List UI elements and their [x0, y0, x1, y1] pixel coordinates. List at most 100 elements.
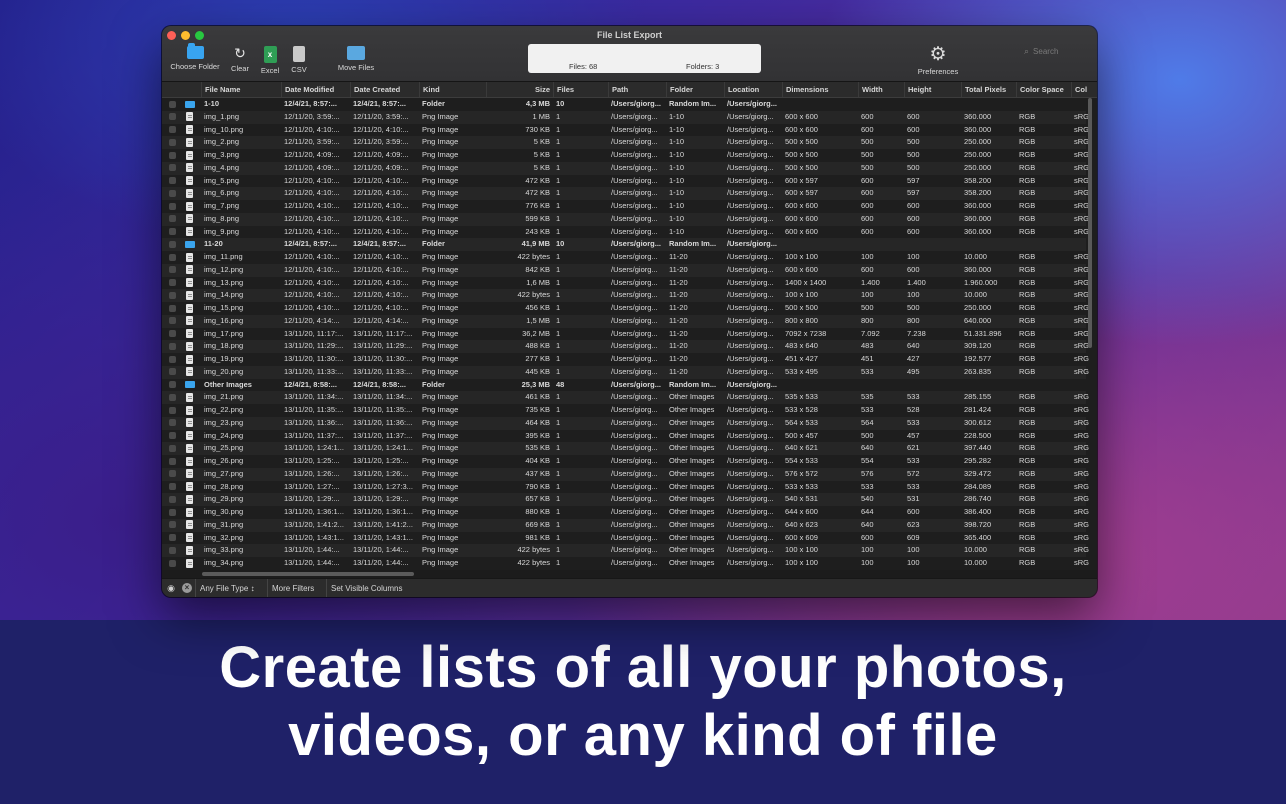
table-row[interactable]: img_23.png 13/11/20, 11:36:... 13/11/20, 1…	[162, 416, 1089, 430]
table-row[interactable]: img_32.png 13/11/20, 1:43:1... 13/11/20, 1…	[162, 532, 1089, 545]
table-row[interactable]: img_9.png 12/11/20, 4:10:... 12/11/20, 4:1…	[162, 226, 1089, 239]
eye-icon[interactable]: ◉	[166, 583, 176, 593]
table-row[interactable]: img_30.png 13/11/20, 1:36:1... 13/11/20, 1…	[162, 506, 1089, 519]
column-header-dimensions[interactable]: Dimensions	[782, 82, 858, 97]
row-checkbox[interactable]	[169, 419, 176, 427]
table-row[interactable]: img_25.png 13/11/20, 1:24:1... 13/11/20, 1…	[162, 442, 1089, 455]
choose-folder-button[interactable]: Choose Folder	[170, 43, 220, 71]
table-row[interactable]: img_29.png 13/11/20, 1:29:... 13/11/20, 1:…	[162, 493, 1089, 506]
row-checkbox[interactable]	[169, 228, 176, 235]
row-checkbox[interactable]	[169, 444, 176, 452]
table-row[interactable]: img_16.png 12/11/20, 4:14:... 12/11/20, 4:…	[162, 314, 1089, 328]
table-row[interactable]: img_24.png 13/11/20, 11:37:... 13/11/20, 1…	[162, 430, 1089, 443]
clear-button[interactable]: ↻ Clear	[228, 46, 252, 74]
row-checkbox[interactable]	[169, 470, 176, 478]
excel-export-button[interactable]: x Excel	[258, 46, 282, 75]
row-checkbox[interactable]	[169, 240, 176, 248]
table-row[interactable]: img_4.png 12/11/20, 4:09:... 12/11/20, 4:0…	[162, 161, 1089, 175]
column-header-color-space[interactable]: Color Space	[1016, 82, 1071, 97]
column-header-select[interactable]	[162, 82, 201, 97]
row-checkbox[interactable]	[169, 546, 176, 554]
row-checkbox[interactable]	[169, 495, 176, 503]
row-checkbox[interactable]	[169, 164, 176, 172]
row-checkbox[interactable]	[169, 406, 176, 414]
row-checkbox[interactable]	[169, 279, 176, 286]
table-row[interactable]: img_5.png 12/11/20, 4:10:... 12/11/20, 4:1…	[162, 175, 1089, 188]
row-checkbox[interactable]	[169, 483, 176, 490]
column-header-path[interactable]: Path	[608, 82, 666, 97]
row-checkbox[interactable]	[169, 266, 176, 274]
table-row[interactable]: img_1.png 12/11/20, 3:59:... 12/11/20, 3:5…	[162, 110, 1089, 124]
row-checkbox[interactable]	[169, 113, 176, 121]
row-checkbox[interactable]	[169, 304, 176, 312]
column-header-color-profile[interactable]: Col	[1071, 82, 1089, 97]
column-header-total-pixels[interactable]: Total Pixels	[961, 82, 1016, 97]
column-header-folder[interactable]: Folder	[666, 82, 724, 97]
column-header-kind[interactable]: Kind	[419, 82, 486, 97]
table-row[interactable]: img_15.png 12/11/20, 4:10:... 12/11/20, 4:…	[162, 302, 1089, 315]
preferences-button[interactable]: ⚙ Preferences	[915, 45, 961, 76]
row-checkbox[interactable]	[169, 355, 176, 363]
folder-row[interactable]: 11-20 12/4/21, 8:57:... 12/4/21, 8:57:... F…	[162, 238, 1086, 251]
set-visible-columns-button[interactable]: Set Visible Columns	[326, 579, 406, 597]
row-checkbox[interactable]	[169, 317, 176, 325]
row-checkbox[interactable]	[169, 534, 176, 541]
clear-filter-icon[interactable]: ×	[182, 583, 192, 593]
table-row[interactable]: img_28.png 13/11/20, 1:27:... 13/11/20, 1:…	[162, 481, 1089, 494]
row-checkbox[interactable]	[169, 291, 176, 299]
column-header-date-modified[interactable]: Date Modified	[281, 82, 350, 97]
row-checkbox[interactable]	[169, 381, 176, 388]
row-checkbox[interactable]	[169, 138, 176, 146]
folder-row[interactable]: Other Images 12/4/21, 8:58:... 12/4/21, 8:…	[162, 379, 1086, 392]
row-checkbox[interactable]	[169, 330, 176, 337]
row-checkbox[interactable]	[169, 559, 176, 567]
row-checkbox[interactable]	[169, 342, 176, 350]
row-checkbox[interactable]	[169, 368, 176, 376]
table-row[interactable]: img_13.png 12/11/20, 4:10:... 12/11/20, 4:…	[162, 277, 1089, 290]
column-header-location[interactable]: Location	[724, 82, 782, 97]
table-row[interactable]: img_20.png 13/11/20, 11:33:... 13/11/20, 1…	[162, 365, 1089, 379]
table-row[interactable]: img_6.png 12/11/20, 4:10:... 12/11/20, 4:1…	[162, 187, 1089, 200]
table-row[interactable]: img_31.png 13/11/20, 1:41:2... 13/11/20, 1…	[162, 518, 1089, 532]
row-checkbox[interactable]	[169, 126, 176, 133]
search-field[interactable]: ⌕ Search	[1024, 44, 1084, 58]
table-row[interactable]: img_21.png 13/11/20, 11:34:... 13/11/20, 1…	[162, 391, 1089, 404]
folder-row[interactable]: 1-10 12/4/21, 8:57:... 12/4/21, 8:57:... Fo…	[162, 98, 1086, 111]
column-header-file-name[interactable]: File Name	[201, 82, 281, 97]
row-checkbox[interactable]	[169, 393, 176, 401]
table-row[interactable]: img_17.png 13/11/20, 11:17:... 13/11/20, 1…	[162, 328, 1089, 341]
row-checkbox[interactable]	[169, 508, 176, 516]
row-checkbox[interactable]	[169, 215, 176, 223]
table-row[interactable]: img_10.png 12/11/20, 4:10:... 12/11/20, 4:…	[162, 124, 1089, 137]
table-row[interactable]: img_33.png 13/11/20, 1:44:... 13/11/20, 1:…	[162, 544, 1089, 557]
row-checkbox[interactable]	[169, 177, 176, 184]
table-row[interactable]: img_27.png 13/11/20, 1:26:... 13/11/20, 1:…	[162, 467, 1089, 481]
table-row[interactable]: img_7.png 12/11/20, 4:10:... 12/11/20, 4:1…	[162, 200, 1089, 213]
table-row[interactable]: img_18.png 13/11/20, 11:29:... 13/11/20, 1…	[162, 340, 1089, 353]
table-row[interactable]: img_2.png 12/11/20, 3:59:... 12/11/20, 3:5…	[162, 136, 1089, 149]
table-row[interactable]: img_19.png 13/11/20, 11:30:... 13/11/20, 1…	[162, 353, 1089, 366]
column-header-height[interactable]: Height	[904, 82, 961, 97]
column-header-size[interactable]: Size	[486, 82, 553, 97]
row-checkbox[interactable]	[169, 189, 176, 197]
table-row[interactable]: img_3.png 12/11/20, 4:09:... 12/11/20, 4:0…	[162, 149, 1089, 162]
more-filters-button[interactable]: More Filters	[267, 579, 318, 597]
table-row[interactable]: img_14.png 12/11/20, 4:10:... 12/11/20, 4:…	[162, 289, 1089, 302]
table-row[interactable]: img_34.png 13/11/20, 1:44:... 13/11/20, 1:…	[162, 557, 1089, 568]
row-checkbox[interactable]	[169, 151, 176, 159]
column-header-date-created[interactable]: Date Created	[350, 82, 419, 97]
row-checkbox[interactable]	[169, 100, 176, 108]
row-checkbox[interactable]	[169, 432, 176, 439]
column-header-width[interactable]: Width	[858, 82, 904, 97]
file-type-popup[interactable]: Any File Type ↕	[195, 579, 259, 597]
table-row[interactable]: img_12.png 12/11/20, 4:10:... 12/11/20, 4:…	[162, 263, 1089, 277]
csv-export-button[interactable]: CSV	[288, 46, 310, 74]
table-row[interactable]: img_11.png 12/11/20, 4:10:... 12/11/20, 4:…	[162, 251, 1089, 264]
horizontal-scrollbar[interactable]	[202, 572, 414, 576]
move-files-button[interactable]: Move Files	[336, 46, 376, 72]
table-row[interactable]: img_22.png 13/11/20, 11:35:... 13/11/20, 1…	[162, 404, 1089, 417]
table-row[interactable]: img_26.png 13/11/20, 1:25:... 13/11/20, 1:…	[162, 455, 1089, 468]
table-row[interactable]: img_8.png 12/11/20, 4:10:... 12/11/20, 4:1…	[162, 212, 1089, 226]
vertical-scrollbar[interactable]	[1088, 98, 1092, 348]
row-checkbox[interactable]	[169, 457, 176, 465]
